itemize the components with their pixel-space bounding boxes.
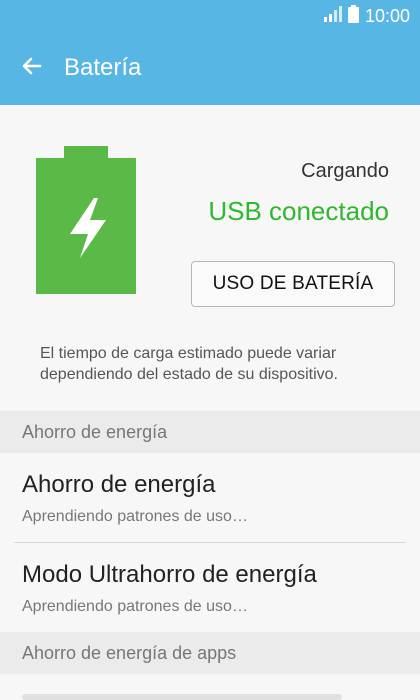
app-bar: Batería (0, 32, 420, 105)
list-item-power-saving[interactable]: Ahorro de energía Aprendiendo patrones d… (0, 453, 420, 543)
page-title: Batería (64, 54, 142, 81)
list-item-title: Modo Ultrahorro de energía (22, 561, 317, 588)
battery-charging-icon (36, 146, 136, 299)
status-bar-icons: 10:00 (323, 4, 410, 28)
signal-icon (323, 5, 342, 27)
charging-info-text: El tiempo de carga estimado puede variar… (40, 345, 338, 383)
section-header-app-power-saving: Ahorro de energía de apps (0, 632, 420, 674)
list-item-subtitle: Aprendiendo patrones de uso… (22, 508, 248, 525)
battery-usage-button[interactable]: USO DE BATERÍA (191, 261, 395, 307)
charging-label: Cargando (301, 160, 389, 182)
arrow-left-icon (20, 54, 44, 83)
list-item-placeholder (22, 694, 342, 700)
connection-status: USB conectado (208, 196, 389, 226)
status-bar: 10:00 (0, 0, 420, 32)
list-item-title: Ahorro de energía (22, 471, 216, 498)
status-time: 10:00 (364, 6, 410, 26)
battery-status-icon (347, 4, 359, 28)
section-header-power-saving: Ahorro de energía (0, 411, 420, 453)
section-header-label: Ahorro de energía (22, 422, 168, 442)
list-item-partial[interactable] (0, 674, 420, 700)
list-item-ultra-power-saving[interactable]: Modo Ultrahorro de energía Aprendiendo p… (0, 543, 420, 633)
back-button[interactable] (14, 50, 50, 86)
list-item-subtitle: Aprendiendo patrones de uso… (22, 598, 248, 615)
section-header-label: Ahorro de energía de apps (22, 643, 237, 663)
